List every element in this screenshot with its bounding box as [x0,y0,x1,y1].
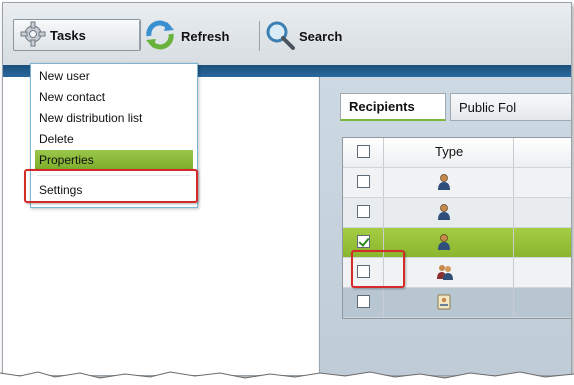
column-separator [513,228,514,257]
torn-edge-decoration [0,371,574,385]
toolbar: Tasks Refresh Search [3,3,571,66]
column-separator [383,168,384,197]
user-icon [437,204,451,223]
gear-icon [20,21,46,50]
column-separator [513,168,514,197]
menu-item-new-user[interactable]: New user [31,66,197,87]
recipients-grid: Type [342,137,571,319]
row-checkbox-checked[interactable] [357,235,370,248]
tasks-button[interactable]: Tasks [13,19,141,51]
tasks-label: Tasks [50,27,86,43]
refresh-button[interactable]: Refresh [143,20,230,51]
toolbar-separator [139,21,140,51]
menu-item-new-distribution-list[interactable]: New distribution list [31,108,197,129]
column-separator [513,138,514,167]
tab-label: Recipients [349,99,415,114]
refresh-label: Refresh [181,28,230,44]
menu-item-new-contact[interactable]: New contact [31,87,197,108]
row-checkbox[interactable] [357,295,370,308]
group-icon [437,264,453,283]
tab-public-folders[interactable]: Public Fol [450,93,571,121]
tab-label: Public Fol [459,99,517,115]
column-separator [383,288,384,317]
properties-annotation-box [24,169,198,203]
column-header-type[interactable]: Type [435,144,463,159]
column-separator [513,258,514,287]
main-pane: Recipients Public Fol Type [319,77,571,375]
search-button[interactable]: Search [265,21,342,51]
contact-card-icon [437,294,451,313]
table-row[interactable] [343,168,571,198]
magnifier-icon [265,20,295,53]
menu-item-delete[interactable]: Delete [31,129,197,150]
row-checkbox[interactable] [357,175,370,188]
grid-header-row: Type [343,138,571,168]
row-checkbox[interactable] [357,205,370,218]
column-separator [513,288,514,317]
user-icon [437,174,451,193]
app-window: Tasks Refresh Search Recipients Public F… [2,2,572,376]
select-all-checkbox[interactable] [357,145,370,158]
search-label: Search [299,28,343,44]
column-separator [383,138,384,167]
menu-item-properties[interactable]: Properties [35,150,193,171]
checkbox-annotation-box [351,250,405,288]
table-row[interactable] [343,288,571,318]
column-separator [383,198,384,227]
toolbar-separator [259,21,260,51]
refresh-icon [143,18,177,55]
user-icon [437,234,451,253]
table-row[interactable] [343,198,571,228]
tab-recipients[interactable]: Recipients [340,93,446,121]
column-separator [513,198,514,227]
